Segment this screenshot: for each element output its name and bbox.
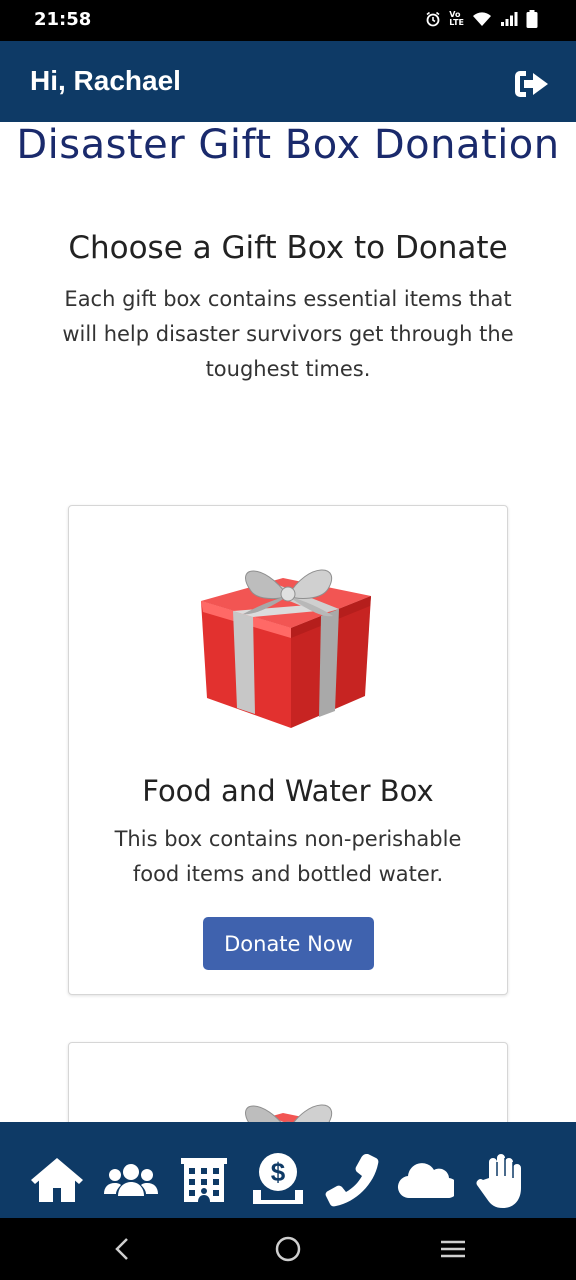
nav-cloud[interactable] <box>396 1150 454 1208</box>
status-icons: Vo LTE <box>425 10 538 28</box>
nav-building[interactable] <box>175 1150 233 1208</box>
nav-phone[interactable] <box>322 1150 380 1208</box>
nav-donate[interactable]: $ <box>249 1150 307 1208</box>
section-title: Choose a Gift Box to Donate <box>68 230 508 266</box>
system-navigation-bar <box>0 1218 576 1280</box>
logout-button[interactable] <box>512 65 550 103</box>
building-icon <box>181 1158 227 1202</box>
gift-box-card: Food and Water Box This box contains non… <box>68 505 508 995</box>
wifi-icon <box>472 11 492 27</box>
nav-users[interactable] <box>102 1150 160 1208</box>
card-description: This box contains non-perishable food it… <box>114 827 462 886</box>
app-header: Hi, Rachael <box>0 41 576 122</box>
home-button[interactable] <box>273 1234 303 1264</box>
bottom-navigation: $ <box>0 1122 576 1218</box>
home-icon <box>31 1158 83 1202</box>
hand-icon <box>476 1154 521 1208</box>
phone-icon <box>325 1154 379 1207</box>
home-circle-icon <box>275 1236 301 1262</box>
status-bar: 21:58 Vo LTE <box>0 0 576 41</box>
volte-line2: LTE <box>449 18 464 27</box>
donate-now-button[interactable]: Donate Now <box>203 917 374 970</box>
gift-box-icon <box>245 1104 333 1122</box>
menu-icon <box>441 1240 465 1258</box>
gift-box-icon <box>201 569 371 728</box>
back-icon <box>115 1238 128 1260</box>
signal-icon <box>500 11 518 27</box>
users-icon <box>104 1164 158 1196</box>
section-description: Each gift box contains essential items t… <box>62 287 514 381</box>
gift-box-card-2 <box>68 1042 508 1122</box>
alarm-icon <box>425 11 441 27</box>
card-title: Food and Water Box <box>142 774 434 808</box>
recents-button[interactable] <box>438 1234 468 1264</box>
nav-hand[interactable] <box>470 1150 528 1208</box>
nav-home[interactable] <box>28 1150 86 1208</box>
volte-icon: Vo LTE <box>449 11 464 27</box>
donate-dollar-icon: $ <box>253 1153 303 1204</box>
battery-icon <box>526 10 538 28</box>
back-button[interactable] <box>108 1234 138 1264</box>
page-title: Disaster Gift Box Donation <box>16 122 560 168</box>
status-time: 21:58 <box>34 9 92 30</box>
svg-text:$: $ <box>271 1157 286 1187</box>
greeting-text: Hi, Rachael <box>30 65 181 96</box>
sign-out-icon <box>515 71 548 97</box>
cloud-icon <box>397 1163 454 1199</box>
main-content[interactable]: Disaster Gift Box Donation Choose a Gift… <box>0 122 576 1122</box>
